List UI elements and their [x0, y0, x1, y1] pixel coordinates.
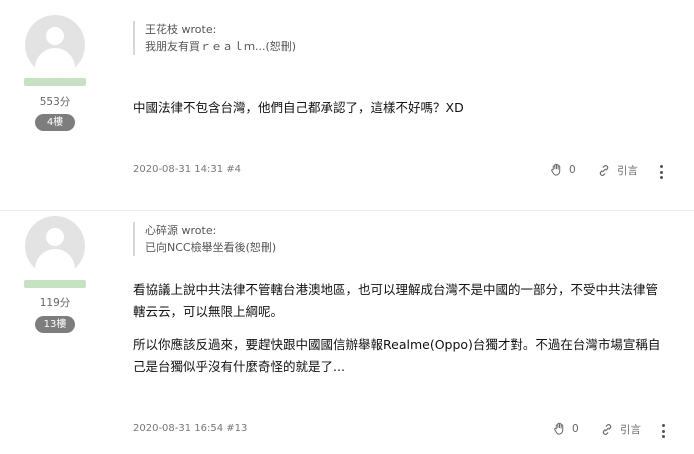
post-divider	[0, 210, 694, 211]
quote-label: 引言	[617, 165, 638, 177]
post-meta[interactable]: 2020-08-31 14:31 #4	[133, 164, 241, 175]
quote-excerpt[interactable]: 我朋友有買ｒｅａｌｍ...(恕刪)	[145, 38, 296, 55]
quote-label: 引言	[620, 424, 641, 436]
quote-author: 心碎源 wrote:	[145, 224, 217, 237]
floor-badge[interactable]: 13樓	[35, 316, 75, 333]
user-score: 553分	[39, 96, 71, 108]
post-paragraph: 中國法律不包含台灣，他們自己都承認了，這樣不好嗎？XD	[133, 100, 464, 115]
post: 553分 4樓 王花枝 wrote: 我朋友有買ｒｅａｌｍ...(恕刪) 中國法…	[0, 0, 694, 210]
quote-link-icon	[597, 164, 611, 177]
quote-button[interactable]: 引言	[597, 163, 638, 178]
quote-block: 心碎源 wrote: 已向NCC檢舉坐看後(恕刪)	[133, 222, 276, 256]
post-paragraph: 所以你應該反過來，要趕快跟中國國信辦舉報Realme(Oppo)台獨才對。不過在…	[133, 337, 661, 374]
post-meta[interactable]: 2020-08-31 16:54 #13	[133, 423, 247, 434]
more-vertical-icon[interactable]	[655, 164, 667, 180]
quote-button[interactable]: 引言	[600, 422, 641, 437]
like-count: 0	[569, 163, 576, 176]
post: 119分 13樓 心碎源 wrote: 已向NCC檢舉坐看後(恕刪) 看協議上說…	[0, 210, 694, 454]
floor-badge[interactable]: 4樓	[35, 114, 75, 131]
post-paragraph: 看協議上說中共法律不管轄台港澳地區，也可以理解成台灣不是中國的一部分，不受中共法…	[133, 282, 659, 319]
more-vertical-icon[interactable]	[657, 423, 669, 439]
user-score: 119分	[39, 297, 71, 309]
level-bar	[24, 280, 86, 288]
post-content: 看協議上說中共法律不管轄台港澳地區，也可以理解成台灣不是中國的一部分，不受中共法…	[133, 279, 668, 378]
avatar[interactable]	[25, 216, 85, 276]
like-button[interactable]: 0	[550, 163, 576, 176]
quote-link-icon	[600, 423, 614, 436]
level-bar	[24, 78, 86, 86]
quote-author: 王花枝 wrote:	[145, 23, 217, 36]
like-button[interactable]: 0	[553, 422, 579, 435]
quote-excerpt[interactable]: 已向NCC檢舉坐看後(恕刪)	[145, 239, 276, 256]
avatar[interactable]	[25, 15, 85, 75]
quote-block: 王花枝 wrote: 我朋友有買ｒｅａｌｍ...(恕刪)	[133, 21, 296, 55]
post-content: 中國法律不包含台灣，他們自己都承認了，這樣不好嗎？XD	[133, 97, 673, 119]
hand-icon	[553, 422, 566, 435]
hand-icon	[550, 163, 563, 176]
like-count: 0	[572, 422, 579, 435]
